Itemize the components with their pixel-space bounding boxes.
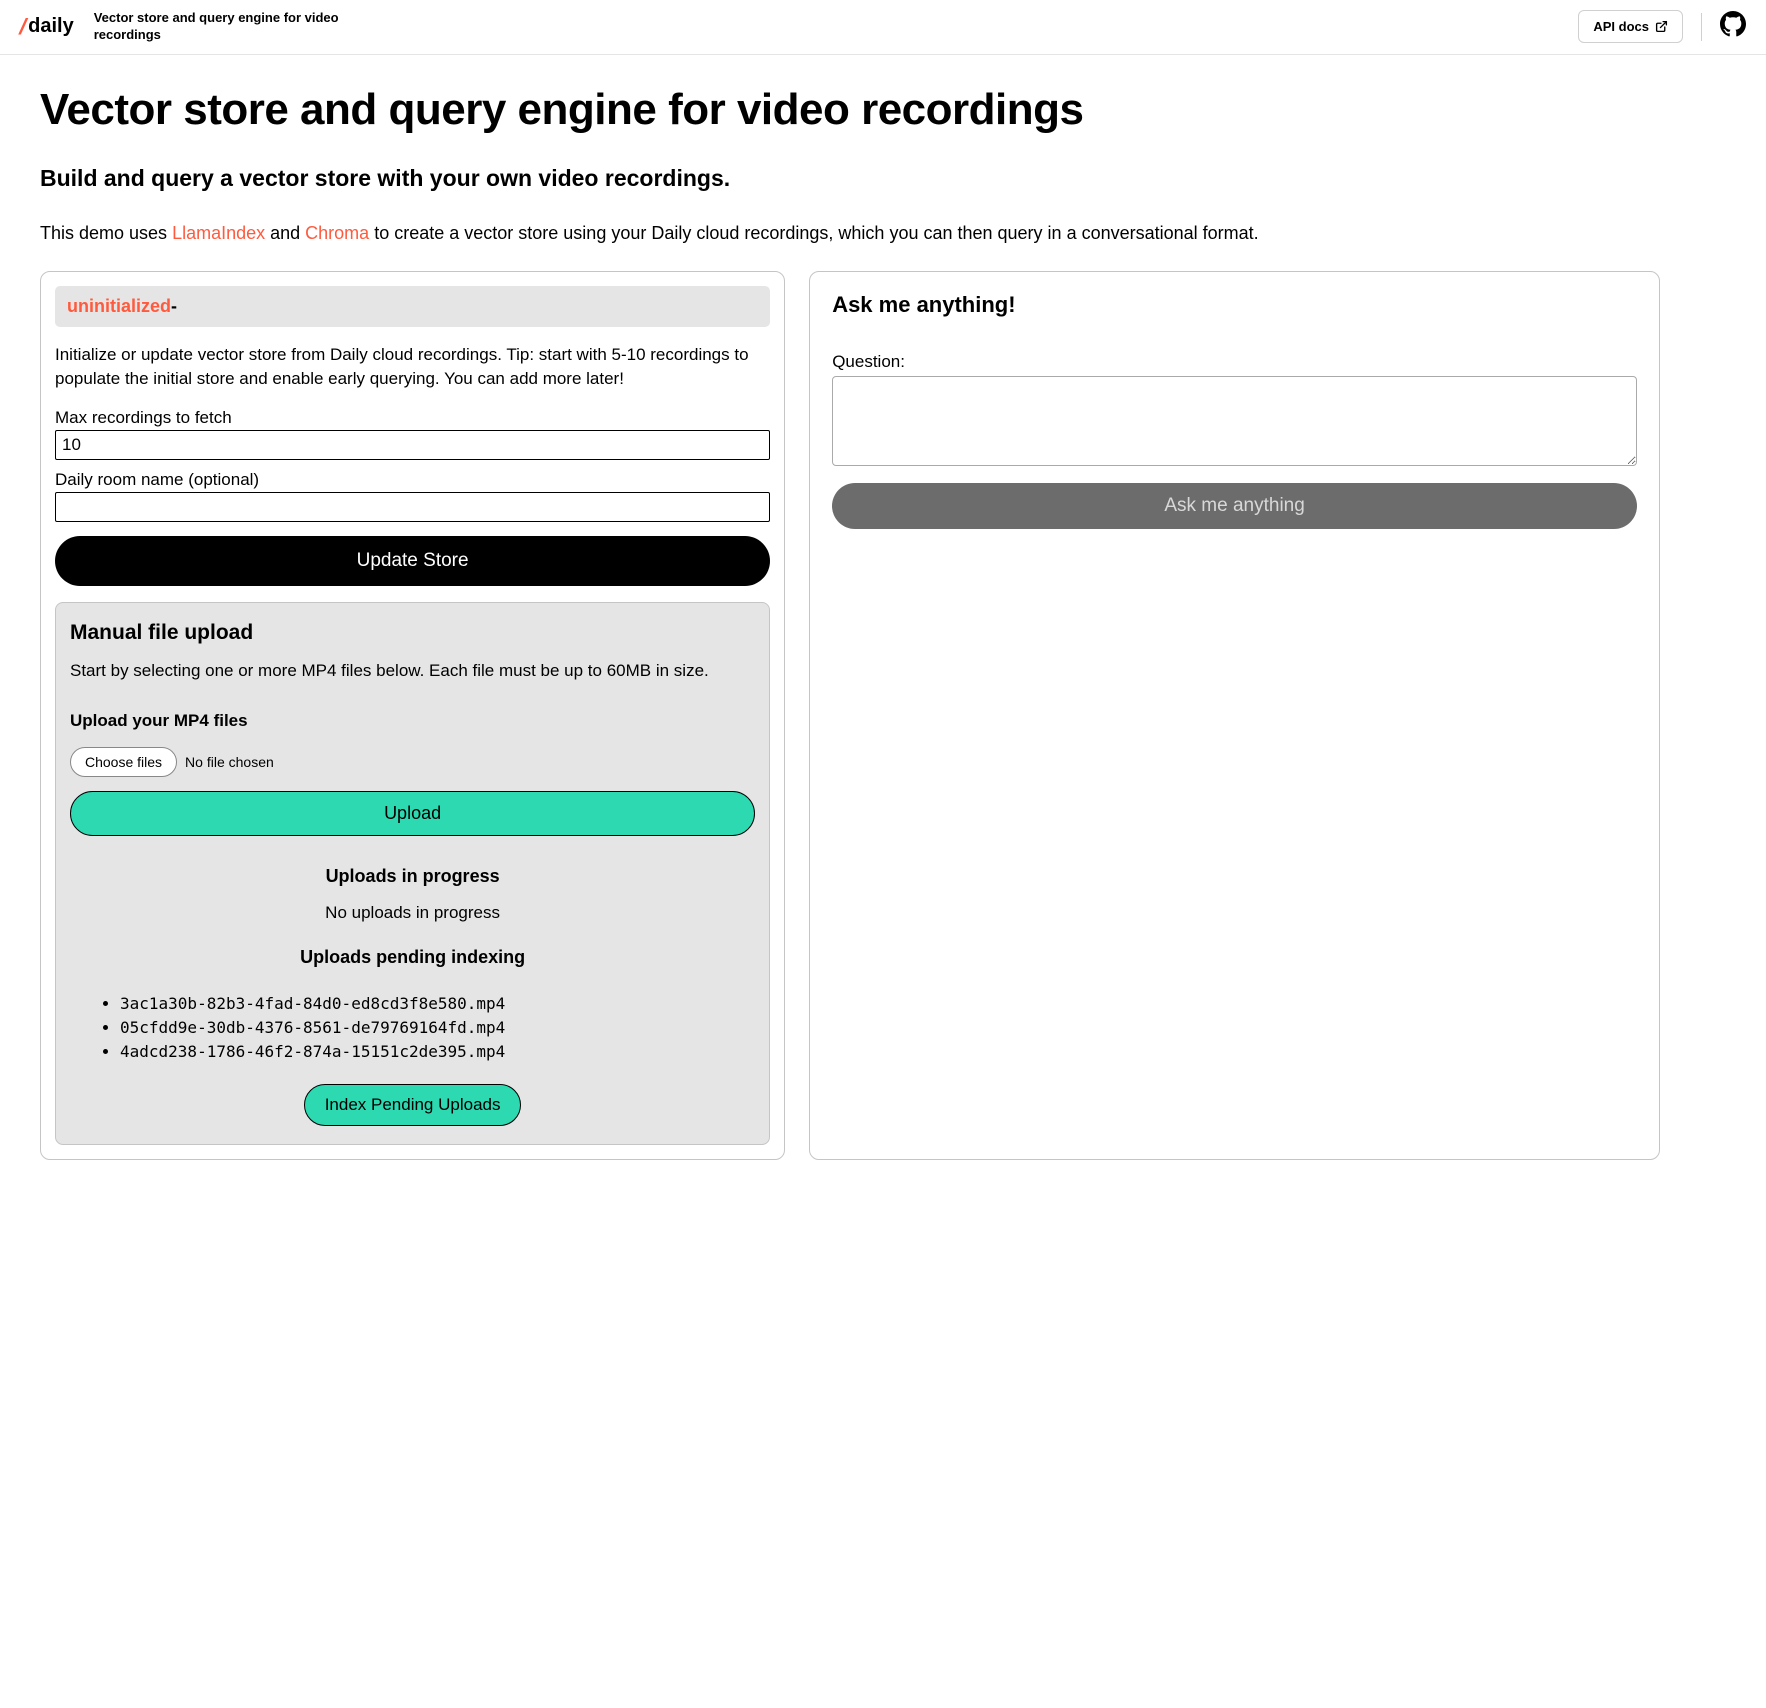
page-title: Vector store and query engine for video … bbox=[40, 85, 1660, 135]
app-header: / daily Vector store and query engine fo… bbox=[0, 0, 1766, 55]
pending-file-item: 05cfdd9e-30db-4376-8561-de79769164fd.mp4 bbox=[120, 1016, 755, 1040]
status-dash: - bbox=[171, 296, 177, 316]
max-recordings-input[interactable] bbox=[55, 430, 770, 460]
upload-section: Manual file upload Start by selecting on… bbox=[55, 602, 770, 1145]
api-docs-label: API docs bbox=[1593, 19, 1649, 34]
status-text: uninitialized bbox=[67, 296, 171, 316]
brand-logo[interactable]: / daily bbox=[20, 14, 74, 40]
room-name-label: Daily room name (optional) bbox=[55, 470, 770, 490]
room-name-input[interactable] bbox=[55, 492, 770, 522]
pending-file-item: 3ac1a30b-82b3-4fad-84d0-ed8cd3f8e580.mp4 bbox=[120, 992, 755, 1016]
max-recordings-label: Max recordings to fetch bbox=[55, 408, 770, 428]
main-container: Vector store and query engine for video … bbox=[0, 55, 1700, 1190]
llamaindex-link[interactable]: LlamaIndex bbox=[172, 223, 265, 243]
upload-title: Manual file upload bbox=[70, 621, 755, 645]
external-link-icon bbox=[1655, 20, 1668, 33]
intro-text-3: to create a vector store using your Dail… bbox=[369, 223, 1258, 243]
header-divider bbox=[1701, 13, 1702, 41]
uploads-pending-title: Uploads pending indexing bbox=[70, 947, 755, 968]
question-label: Question: bbox=[832, 352, 1637, 372]
upload-button[interactable]: Upload bbox=[70, 791, 755, 836]
init-description: Initialize or update vector store from D… bbox=[55, 343, 770, 391]
api-docs-button[interactable]: API docs bbox=[1578, 10, 1683, 43]
file-input-row: Choose files No file chosen bbox=[70, 747, 755, 777]
ask-panel: Ask me anything! Question: Ask me anythi… bbox=[809, 271, 1660, 1160]
index-pending-button[interactable]: Index Pending Uploads bbox=[304, 1084, 522, 1126]
ask-button[interactable]: Ask me anything bbox=[832, 483, 1637, 529]
intro-text-2: and bbox=[265, 223, 305, 243]
question-input[interactable] bbox=[832, 376, 1637, 466]
uploads-in-progress-title: Uploads in progress bbox=[70, 866, 755, 887]
upload-description: Start by selecting one or more MP4 files… bbox=[70, 659, 755, 683]
pending-file-item: 4adcd238-1786-46f2-874a-15151c2de395.mp4 bbox=[120, 1040, 755, 1064]
page-intro: This demo uses LlamaIndex and Chroma to … bbox=[40, 220, 1660, 247]
upload-files-label: Upload your MP4 files bbox=[70, 711, 755, 731]
brand-name: daily bbox=[28, 15, 74, 38]
pending-files-list: 3ac1a30b-82b3-4fad-84d0-ed8cd3f8e580.mp4… bbox=[70, 992, 755, 1064]
store-panel: uninitialized- Initialize or update vect… bbox=[40, 271, 785, 1160]
page-subtitle: Build and query a vector store with your… bbox=[40, 165, 1660, 192]
intro-text-1: This demo uses bbox=[40, 223, 172, 243]
header-subtitle: Vector store and query engine for video … bbox=[94, 10, 374, 44]
file-chosen-status: No file chosen bbox=[185, 754, 274, 770]
status-bar: uninitialized- bbox=[55, 286, 770, 327]
github-icon[interactable] bbox=[1720, 11, 1746, 42]
chroma-link[interactable]: Chroma bbox=[305, 223, 369, 243]
uploads-in-progress-text: No uploads in progress bbox=[70, 903, 755, 923]
choose-files-button[interactable]: Choose files bbox=[70, 747, 177, 777]
ask-title: Ask me anything! bbox=[832, 292, 1637, 318]
update-store-button[interactable]: Update Store bbox=[55, 536, 770, 586]
